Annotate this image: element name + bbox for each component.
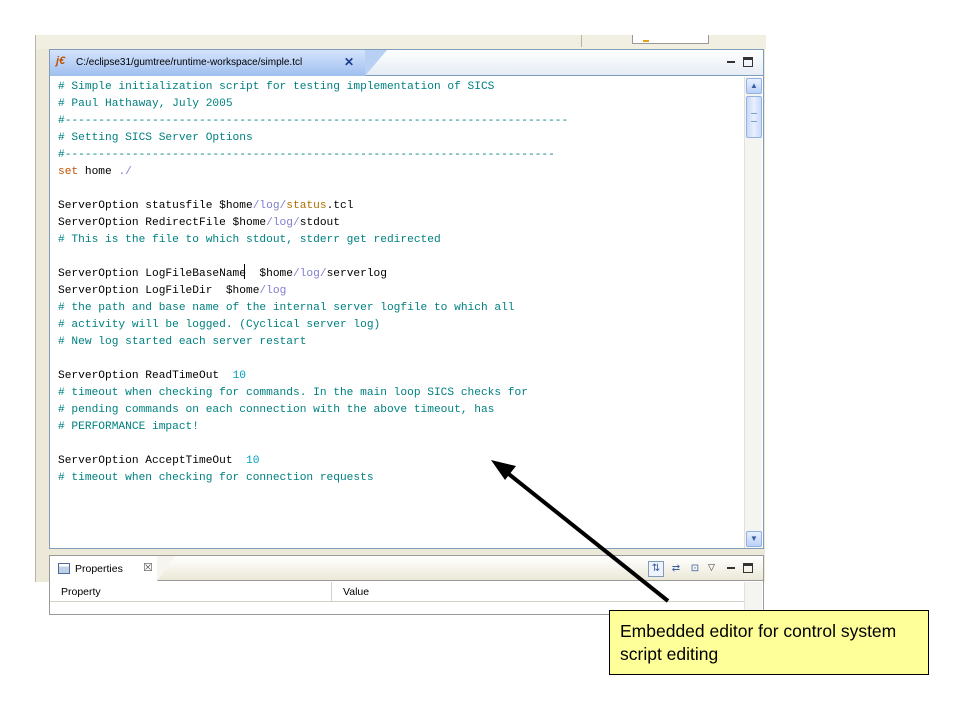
annotation-callout: Embedded editor for control system scrip… bbox=[609, 610, 929, 675]
arrow-shaft bbox=[503, 469, 670, 603]
